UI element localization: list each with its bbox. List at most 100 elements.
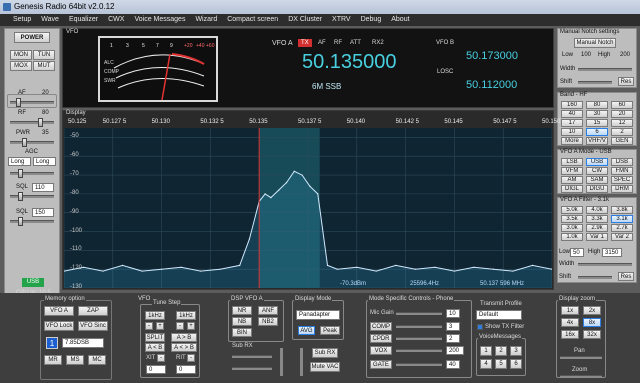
att-flag[interactable]: ATT bbox=[350, 40, 361, 46]
mut-button[interactable]: MUT bbox=[33, 61, 55, 71]
pwr-slider-knob[interactable] bbox=[22, 138, 27, 147]
filter-button-3-1k[interactable]: 3.1k bbox=[611, 215, 633, 223]
sub-rx-vertical-slider[interactable] bbox=[280, 348, 283, 376]
bin-button[interactable]: BIN bbox=[232, 328, 252, 337]
menu-item-debug[interactable]: Debug bbox=[361, 14, 382, 26]
band-button-6[interactable]: 6 bbox=[586, 128, 608, 136]
filter-button-3-0k[interactable]: 3.0k bbox=[561, 224, 583, 232]
rf-slider-track[interactable] bbox=[10, 121, 54, 124]
voice-button-1[interactable]: 1 bbox=[480, 346, 492, 356]
filter-width-slider[interactable] bbox=[578, 263, 632, 266]
filter-button-2-9k[interactable]: 2.9k bbox=[586, 224, 608, 232]
mon-button[interactable]: MON bbox=[10, 50, 32, 60]
transmit-profile-select[interactable]: Default bbox=[476, 310, 522, 320]
nr-button[interactable]: NR bbox=[232, 306, 252, 315]
rf-slider-knob[interactable] bbox=[38, 118, 43, 127]
rit-value[interactable]: 0 bbox=[176, 365, 196, 374]
band-button-80[interactable]: 80 bbox=[586, 101, 608, 109]
af-slider-knob[interactable] bbox=[16, 98, 21, 107]
voice-button-3[interactable]: 3 bbox=[510, 346, 522, 356]
display-mode-select[interactable]: Panadapter bbox=[296, 310, 340, 320]
filter-low-value[interactable]: 50 bbox=[570, 248, 584, 257]
mode-button-dsb[interactable]: DSB bbox=[611, 158, 633, 166]
vox-slider[interactable] bbox=[396, 349, 442, 352]
sql2-slider-track[interactable] bbox=[10, 220, 54, 223]
tune-step-1[interactable]: 1kHz bbox=[145, 311, 165, 320]
filter-button-4-0k[interactable]: 4.0k bbox=[586, 206, 608, 214]
tun-button[interactable]: TUN bbox=[33, 50, 55, 60]
nb-button[interactable]: NB bbox=[232, 317, 252, 326]
tx-indicator[interactable]: TX bbox=[298, 39, 312, 47]
avg-button[interactable]: AVG bbox=[298, 326, 315, 335]
show-tx-filter-checkbox[interactable] bbox=[477, 324, 483, 330]
band-button-60[interactable]: 60 bbox=[611, 101, 633, 109]
band-button-17[interactable]: 17 bbox=[561, 119, 583, 127]
filter-button-1-0k[interactable]: 1.0k bbox=[561, 233, 583, 241]
b-to-a-button[interactable]: A < B bbox=[145, 343, 165, 352]
mem-zap-button[interactable]: ZAP bbox=[78, 306, 108, 316]
zoom-button-32x[interactable]: 32x bbox=[583, 330, 601, 339]
split-button[interactable]: SPLIT bbox=[145, 333, 165, 342]
mc-button[interactable]: MC bbox=[88, 355, 106, 365]
notch-width-slider[interactable] bbox=[578, 68, 632, 71]
zoom-button-1x[interactable]: 1x bbox=[561, 306, 579, 315]
comp-value[interactable]: 3 bbox=[446, 322, 460, 331]
filter-button-5-0k[interactable]: 5.0k bbox=[561, 206, 583, 214]
band-button-160[interactable]: 160 bbox=[561, 101, 583, 109]
cpdr-slider[interactable] bbox=[396, 337, 442, 340]
losc-frequency[interactable]: 50.112000 bbox=[466, 79, 517, 91]
voice-button-4[interactable]: 4 bbox=[480, 359, 492, 369]
mode-button-digu[interactable]: DIGU bbox=[586, 185, 608, 193]
rit-minus[interactable]: - bbox=[187, 354, 195, 362]
zoom-button-16x[interactable]: 16x bbox=[561, 330, 579, 339]
gate-button[interactable]: GATE bbox=[370, 360, 392, 369]
menu-item-dx-cluster[interactable]: DX Cluster bbox=[288, 14, 322, 26]
agc-slider-track[interactable] bbox=[10, 172, 54, 175]
mode-button-sam[interactable]: SAM bbox=[586, 176, 608, 184]
rx2-flag[interactable]: RX2 bbox=[372, 40, 384, 46]
mode-button-am[interactable]: AM bbox=[561, 176, 583, 184]
band-button-40[interactable]: 40 bbox=[561, 110, 583, 118]
band-button-30[interactable]: 30 bbox=[586, 110, 608, 118]
sql1-slider-track[interactable] bbox=[10, 195, 54, 198]
filter-button-var-1[interactable]: Var 1 bbox=[586, 233, 608, 241]
zoom-button-4x[interactable]: 4x bbox=[561, 318, 579, 327]
menu-item-cwx[interactable]: CWX bbox=[108, 14, 124, 26]
filter-reset-button[interactable]: Res bbox=[618, 272, 634, 281]
a-to-b-button[interactable]: A > B bbox=[171, 333, 197, 342]
filter-button-3-5k[interactable]: 3.5k bbox=[561, 215, 583, 223]
comp-button[interactable]: COMP bbox=[370, 322, 392, 331]
mr-button[interactable]: MR bbox=[44, 355, 62, 365]
menu-item-wizard[interactable]: Wizard bbox=[195, 14, 217, 26]
zoom-button-2x[interactable]: 2x bbox=[583, 306, 601, 315]
agc-mode-select-1[interactable]: Long bbox=[8, 157, 31, 166]
band-button-gen[interactable]: GEN bbox=[611, 137, 633, 145]
cpdr-value[interactable]: 2 bbox=[446, 334, 460, 343]
mode-button-fmn[interactable]: FMN bbox=[611, 167, 633, 175]
band-button-10[interactable]: 10 bbox=[561, 128, 583, 136]
filter-button-3-8k[interactable]: 3.8k bbox=[611, 206, 633, 214]
sql2-slider-knob[interactable] bbox=[18, 217, 23, 226]
mode-button-digl[interactable]: DIGL bbox=[561, 185, 583, 193]
panadapter-plot[interactable] bbox=[63, 128, 553, 289]
vfoa-frequency[interactable]: 50.135000 bbox=[302, 51, 397, 74]
rf-flag[interactable]: RF bbox=[334, 40, 342, 46]
memory-value[interactable]: 7.85DSB bbox=[62, 338, 104, 348]
notch-shift-slider[interactable] bbox=[578, 81, 612, 84]
agc-slider-knob[interactable] bbox=[18, 169, 23, 178]
tune-plus-1[interactable]: + bbox=[156, 322, 164, 330]
gate-slider[interactable] bbox=[396, 363, 442, 366]
band-button-more[interactable]: More bbox=[561, 137, 583, 145]
mic-gain-value[interactable]: 10 bbox=[446, 309, 460, 318]
mode-button-vfm[interactable]: VFM bbox=[561, 167, 583, 175]
sub-rx-slider-2[interactable] bbox=[232, 367, 272, 370]
ms-button[interactable]: MS bbox=[66, 355, 84, 365]
xit-minus[interactable]: - bbox=[157, 354, 165, 362]
band-button-20[interactable]: 20 bbox=[611, 110, 633, 118]
tune-plus-2[interactable]: + bbox=[187, 322, 195, 330]
menu-item-xtrv[interactable]: XTRV bbox=[332, 14, 351, 26]
pwr-slider-track[interactable] bbox=[10, 141, 54, 144]
band-button-vhf-v[interactable]: VHF/V bbox=[586, 137, 608, 145]
anf-button[interactable]: ANF bbox=[258, 306, 278, 315]
sub-rx-slider-1[interactable] bbox=[232, 355, 272, 358]
